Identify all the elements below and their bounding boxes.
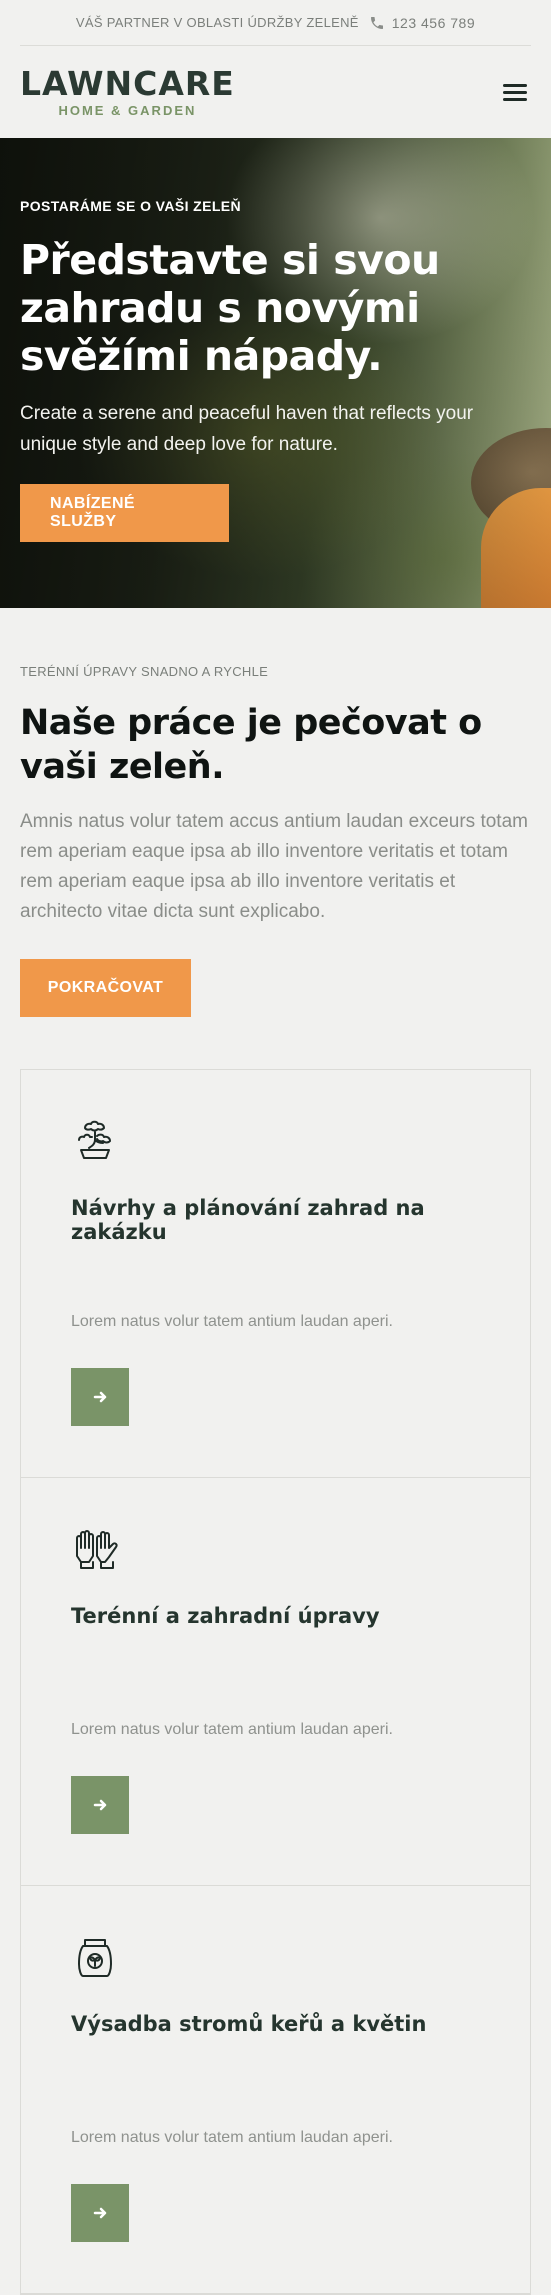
intro-title: Naše práce je pečovat o vaši zeleň.	[20, 703, 482, 787]
service-text: Lorem natus volur tatem antium laudan ap…	[71, 1313, 393, 1330]
seed-bag-icon	[71, 1934, 119, 1982]
service-title: Návrhy a plánování zahrad na zakázku	[71, 1196, 425, 1244]
hamburger-menu-icon[interactable]	[499, 76, 531, 108]
service-more-button[interactable]	[71, 1368, 129, 1426]
hero-text: Create a serene and peaceful haven that …	[20, 403, 474, 455]
hero-eyebrow: POSTARÁME SE O VAŠI ZELEŇ	[20, 198, 242, 214]
phone-number: 123 456 789	[391, 14, 476, 31]
hero-title: Představte si svou zahradu s novými svěž…	[20, 236, 440, 380]
logo[interactable]: LAWNCARE HOME & GARDEN	[20, 63, 235, 118]
service-text: Lorem natus volur tatem antium laudan ap…	[71, 1721, 393, 1738]
service-title: Výsadba stromů keřů a květin	[71, 2012, 427, 2036]
site-header: LAWNCARE HOME & GARDEN	[0, 46, 551, 138]
top-bar-tagline: VÁŠ PARTNER V OBLASTI ÚDRŽBY ZELENĚ	[75, 15, 359, 30]
top-bar: VÁŠ PARTNER V OBLASTI ÚDRŽBY ZELENĚ 123 …	[20, 0, 531, 46]
service-card: Návrhy a plánování zahrad na zakázku Lor…	[21, 1070, 530, 1478]
logo-sub-text: HOME & GARDEN	[58, 102, 197, 118]
logo-main-text: LAWNCARE	[20, 63, 235, 103]
service-more-button[interactable]	[71, 1776, 129, 1834]
services-list: Návrhy a plánování zahrad na zakázku Lor…	[20, 1069, 531, 2295]
service-more-button[interactable]	[71, 2184, 129, 2242]
service-text: Lorem natus volur tatem antium laudan ap…	[71, 2129, 393, 2146]
services-button[interactable]: NABÍZENÉ SLUŽBY	[20, 484, 229, 542]
service-card: Terénní a zahradní úpravy Lorem natus vo…	[21, 1478, 530, 1886]
service-card: Výsadba stromů keřů a květin Lorem natus…	[21, 1886, 530, 2294]
arrow-right-icon	[93, 1799, 107, 1811]
page: VÁŠ PARTNER V OBLASTI ÚDRŽBY ZELENĚ 123 …	[0, 0, 551, 2295]
intro-section: TERÉNNÍ ÚPRAVY SNADNO A RYCHLE Naše prác…	[0, 608, 551, 1017]
phone-link[interactable]: 123 456 789	[369, 15, 475, 31]
hero-section: POSTARÁME SE O VAŠI ZELEŇ Představte si …	[0, 138, 551, 608]
arrow-right-icon	[93, 2207, 107, 2219]
service-title: Terénní a zahradní úpravy	[71, 1604, 380, 1628]
intro-eyebrow: TERÉNNÍ ÚPRAVY SNADNO A RYCHLE	[20, 664, 269, 679]
phone-icon	[370, 16, 383, 29]
gardening-gloves-icon	[71, 1526, 119, 1574]
intro-text: Amnis natus volur tatem accus antium lau…	[20, 811, 528, 922]
continue-button[interactable]: POKRAČOVAT	[20, 959, 191, 1017]
arrow-right-icon	[93, 1391, 107, 1403]
bonsai-icon	[71, 1118, 119, 1166]
